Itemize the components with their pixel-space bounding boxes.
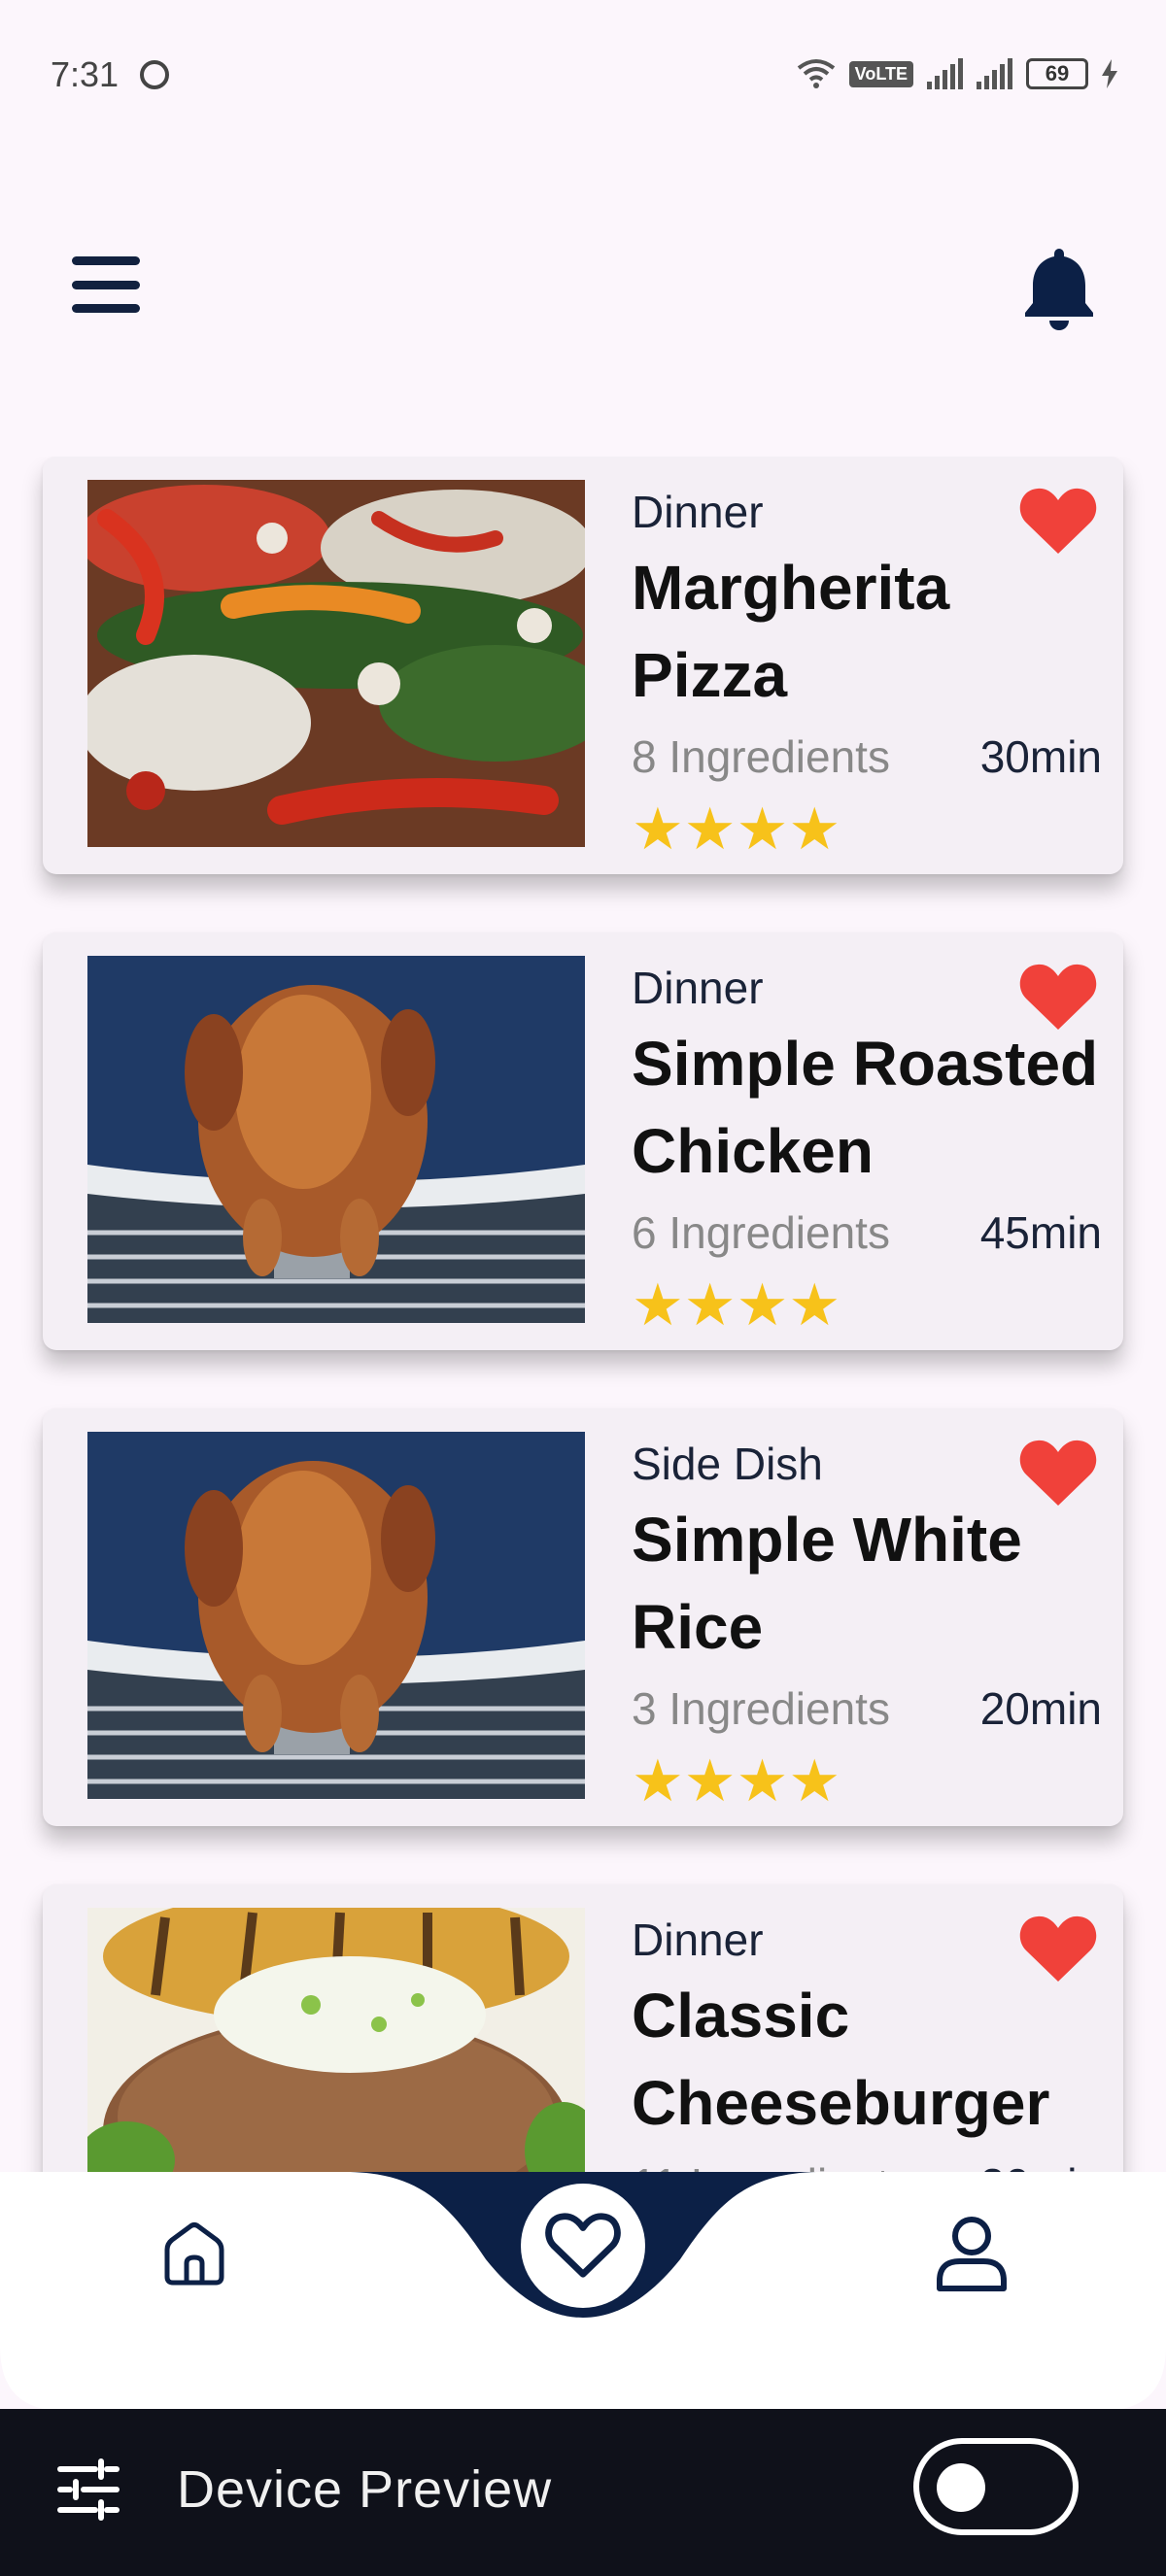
wifi-icon — [797, 59, 835, 88]
tune-settings-icon[interactable] — [56, 2457, 120, 2522]
recipe-card[interactable]: Dinner Classic Cheeseburger 11 Ingredien… — [43, 1884, 1123, 2176]
home-icon[interactable] — [159, 2219, 229, 2288]
status-time: 7:31 — [51, 54, 120, 94]
signal-icon-2 — [977, 58, 1012, 89]
recipe-title: Simple Roasted Chicken — [632, 1029, 1099, 1186]
recipe-ingredients: 8 Ingredients — [632, 731, 890, 782]
favorite-heart-icon[interactable] — [1018, 1438, 1098, 1508]
recipe-card[interactable]: Dinner Simple Roasted Chicken 6 Ingredie… — [43, 932, 1123, 1350]
recipe-title: Simple White Rice — [632, 1505, 1022, 1662]
status-bar: 7:31 VoLTE 69 — [0, 0, 1166, 146]
recipe-card[interactable]: Dinner Margherita Pizza 8 Ingredients 30… — [43, 457, 1123, 874]
recipe-time: 20min — [979, 1683, 1102, 1734]
favorite-heart-icon[interactable] — [1018, 1914, 1098, 1983]
favorite-heart-icon[interactable] — [1018, 486, 1098, 556]
rating-stars: ★★★★ — [632, 1272, 841, 1338]
status-icons: VoLTE 69 — [797, 54, 1117, 93]
star-icons: ★★★★ — [632, 1748, 841, 1813]
app-bar — [0, 233, 1166, 340]
star-icons: ★★★★ — [632, 1272, 841, 1338]
recipe-title: Margherita Pizza — [632, 553, 950, 710]
favorites-icon — [545, 2213, 621, 2278]
recipe-time: 45min — [979, 1207, 1102, 1258]
recipe-ingredients: 3 Ingredients — [632, 1683, 890, 1734]
recipe-category: Side Dish — [632, 1439, 823, 1489]
rating-stars: ★★★★ — [632, 1748, 841, 1813]
recipe-list[interactable]: Dinner Margherita Pizza 8 Ingredients 30… — [0, 457, 1166, 2176]
recipe-title: Classic Cheeseburger — [632, 1981, 1050, 2138]
bottom-navigation — [0, 2172, 1166, 2411]
rating-stars: ★★★★ — [632, 797, 841, 862]
charging-icon — [1102, 59, 1117, 88]
recipe-category: Dinner — [632, 1915, 764, 1965]
bell-icon[interactable] — [1020, 245, 1098, 332]
recipe-category: Dinner — [632, 487, 764, 537]
recipe-time: 30min — [979, 731, 1102, 782]
recipe-category: Dinner — [632, 963, 764, 1013]
recipe-ingredients: 6 Ingredients — [632, 1207, 890, 1258]
device-preview-toggle[interactable] — [913, 2438, 1079, 2535]
recipe-image-pizza — [87, 480, 585, 847]
recipe-image-rice — [87, 1432, 585, 1799]
favorite-heart-icon[interactable] — [1018, 962, 1098, 1032]
favorites-nav-button[interactable] — [521, 2184, 645, 2308]
toggle-knob — [937, 2463, 985, 2512]
star-icons: ★★★★ — [632, 797, 841, 862]
device-preview-label: Device Preview — [177, 2460, 553, 2519]
recipe-image-burger — [87, 1908, 585, 2176]
recipe-card[interactable]: Side Dish Simple White Rice 3 Ingredient… — [43, 1408, 1123, 1826]
device-preview-bar: Device Preview — [0, 2409, 1166, 2576]
signal-icon-1 — [927, 58, 963, 89]
recipe-image-chicken — [87, 956, 585, 1323]
volte-badge: VoLTE — [848, 60, 913, 87]
notification-dot-icon — [140, 60, 169, 89]
battery-icon: 69 — [1026, 58, 1088, 89]
hamburger-menu-icon[interactable] — [72, 256, 140, 313]
profile-icon[interactable] — [935, 2215, 1009, 2292]
